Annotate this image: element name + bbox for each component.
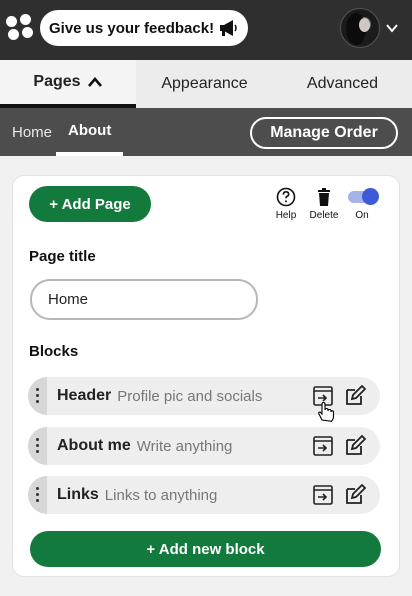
manage-order-button[interactable]: Manage Order bbox=[250, 117, 398, 149]
open-block-icon[interactable] bbox=[312, 484, 334, 506]
tab-appearance[interactable]: Appearance bbox=[136, 60, 273, 108]
page-editor-card bbox=[12, 175, 400, 577]
delete-button[interactable]: Delete bbox=[304, 187, 344, 221]
block-name: Links bbox=[57, 486, 99, 503]
chevron-down-icon[interactable] bbox=[385, 21, 399, 35]
feedback-button[interactable]: Give us your feedback! bbox=[40, 10, 248, 46]
tab-advanced[interactable]: Advanced bbox=[273, 60, 412, 108]
subnav-item-home[interactable]: Home bbox=[12, 108, 52, 156]
visibility-toggle[interactable]: On bbox=[342, 187, 382, 221]
add-new-block-button[interactable]: + Add new block bbox=[30, 531, 381, 567]
block-name: About me bbox=[57, 437, 131, 454]
edit-block-icon[interactable] bbox=[344, 435, 366, 457]
delete-label: Delete bbox=[309, 210, 339, 221]
blocks-label: Blocks bbox=[29, 343, 79, 360]
tab-pages-label: Pages bbox=[33, 73, 81, 90]
tab-pages[interactable]: Pages bbox=[0, 60, 136, 108]
toggle-label: On bbox=[355, 210, 369, 221]
top-bar: Give us your feedback! bbox=[0, 0, 412, 60]
help-label: Help bbox=[275, 210, 297, 221]
trash-icon bbox=[318, 188, 330, 206]
help-icon bbox=[276, 187, 296, 207]
toggle-switch[interactable] bbox=[348, 188, 379, 205]
block-name: Header bbox=[57, 387, 112, 404]
list-item[interactable]: About me Write anything bbox=[28, 427, 380, 465]
edit-block-icon[interactable] bbox=[344, 484, 366, 506]
subnav-item-about[interactable]: About bbox=[56, 108, 124, 156]
feedback-label: Give us your feedback! bbox=[49, 19, 215, 37]
profile-avatar[interactable] bbox=[340, 8, 380, 48]
list-item[interactable]: Links Links to anything bbox=[28, 476, 380, 514]
block-description: Profile pic and socials bbox=[117, 387, 263, 405]
edit-block-icon[interactable] bbox=[344, 385, 366, 407]
help-button[interactable]: Help bbox=[266, 187, 306, 221]
main-tabs: Pages Appearance Advanced bbox=[0, 60, 412, 108]
paw-logo-icon[interactable] bbox=[6, 14, 34, 42]
block-description: Write anything bbox=[136, 437, 233, 455]
hand-cursor-icon bbox=[318, 402, 335, 422]
add-page-button[interactable]: + Add Page bbox=[29, 186, 151, 222]
page-title-input[interactable]: Home bbox=[30, 279, 258, 320]
block-description: Links to anything bbox=[104, 486, 218, 504]
page-title-label: Page title bbox=[29, 248, 96, 265]
chevron-up-icon bbox=[87, 77, 102, 87]
open-block-icon[interactable] bbox=[312, 435, 334, 457]
megaphone-icon bbox=[220, 20, 237, 36]
